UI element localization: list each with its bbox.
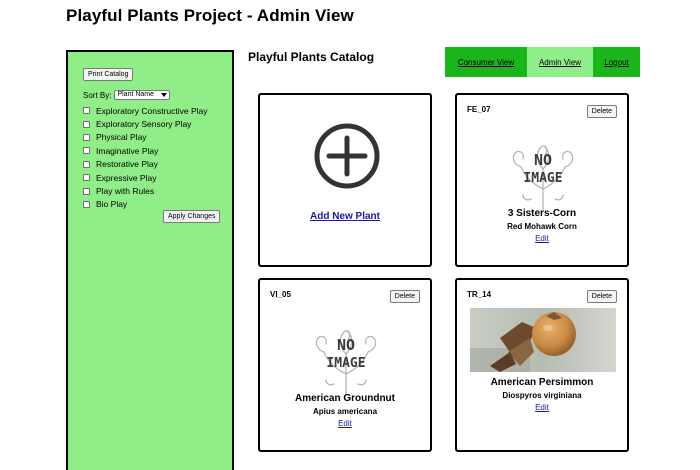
filter-label: Bio Play (96, 199, 128, 210)
filter-label: Imaginative Play (96, 145, 159, 156)
plant-scientific-name: Red Mohawk Corn (507, 222, 577, 231)
plant-code: FE_07 (467, 105, 491, 114)
delete-button[interactable]: Delete (586, 105, 617, 118)
plant-name: American Persimmon (490, 377, 594, 388)
edit-link[interactable]: Edit (457, 403, 627, 412)
plant-scientific-name: Apius americana (312, 407, 378, 416)
add-plant-card[interactable]: Add New Plant (258, 93, 432, 267)
filter-label: Physical Play (96, 132, 147, 143)
noimage-text-line1: NO (534, 151, 552, 169)
plant-name: 3 Sisters-Corn (507, 208, 577, 219)
filter-checkbox[interactable] (83, 200, 90, 208)
filter-checkbox[interactable] (83, 187, 90, 195)
noimage-text-line1: NO (337, 336, 355, 354)
filter-checkbox[interactable] (83, 120, 90, 128)
filter-label: Play with Rules (96, 186, 155, 197)
nav-admin-view[interactable]: Admin View (527, 47, 593, 77)
sort-label: Sort By: (83, 90, 112, 100)
edit-link[interactable]: Edit (260, 419, 430, 428)
no-image-placeholder-icon: NO IMAGE (512, 145, 574, 211)
filter-label: Exploratory Constructive Play (96, 105, 208, 116)
filter-checkbox[interactable] (83, 107, 90, 115)
delete-button[interactable]: Delete (389, 290, 420, 303)
catalog-title: Playful Plants Catalog (248, 50, 375, 64)
filter-label: Expressive Play (96, 172, 157, 183)
plant-card: FE_07 Delete NO IMAGE 3 Sisters-Corn Red… (455, 93, 629, 267)
edit-link[interactable]: Edit (457, 234, 627, 243)
filter-checkbox[interactable] (83, 147, 90, 155)
top-nav: Consumer View Admin View Logout (445, 47, 640, 77)
filter-checkbox[interactable] (83, 174, 90, 182)
sort-selected-value: Plant Name (117, 91, 155, 98)
noimage-text-line2: IMAGE (326, 356, 365, 371)
nav-consumer-view[interactable]: Consumer View (445, 47, 527, 77)
sidebar: Print Catalog Sort By: Plant Name Explor… (66, 50, 234, 470)
nav-logout[interactable]: Logout (593, 47, 640, 77)
chevron-down-icon (161, 93, 168, 97)
sort-select[interactable]: Plant Name (114, 90, 171, 100)
filter-item[interactable]: Exploratory Sensory Play (83, 117, 208, 130)
filter-item[interactable]: Physical Play (83, 131, 208, 144)
filter-item[interactable]: Expressive Play (83, 171, 208, 184)
filter-item[interactable]: Restorative Play (83, 158, 208, 171)
persimmon-photo (470, 308, 616, 372)
no-image-placeholder-icon: NO IMAGE (315, 330, 377, 396)
filter-checkbox[interactable] (83, 160, 90, 168)
page-title: Playful Plants Project - Admin View (66, 6, 354, 25)
filter-label: Exploratory Sensory Play (96, 119, 192, 130)
plant-card: TR_14 Delete American Persimmon Diospyro… (455, 278, 629, 452)
print-catalog-button[interactable]: Print Catalog (83, 68, 134, 81)
filter-label: Restorative Play (96, 159, 158, 170)
add-new-plant-link[interactable]: Add New Plant (260, 211, 430, 222)
filter-checkbox[interactable] (83, 133, 90, 141)
plant-code: TR_14 (467, 290, 492, 299)
filter-item[interactable]: Imaginative Play (83, 144, 208, 157)
noimage-text-line2: IMAGE (523, 171, 562, 186)
play-type-filter-list: Exploratory Constructive Play Explorator… (83, 104, 208, 211)
apply-changes-button[interactable]: Apply Changes (163, 210, 221, 223)
plus-circle-icon[interactable] (313, 122, 381, 190)
plant-card: VI_05 Delete NO IMAGE American Groundnut… (258, 278, 432, 452)
filter-item[interactable]: Exploratory Constructive Play (83, 104, 208, 117)
plant-code: VI_05 (270, 290, 291, 299)
plant-scientific-name: Diospyros virginiana (502, 391, 582, 400)
filter-item[interactable]: Play with Rules (83, 184, 208, 197)
plant-name: American Groundnut (294, 393, 395, 404)
sort-row: Sort By: Plant Name (83, 90, 171, 100)
delete-button[interactable]: Delete (586, 290, 617, 303)
